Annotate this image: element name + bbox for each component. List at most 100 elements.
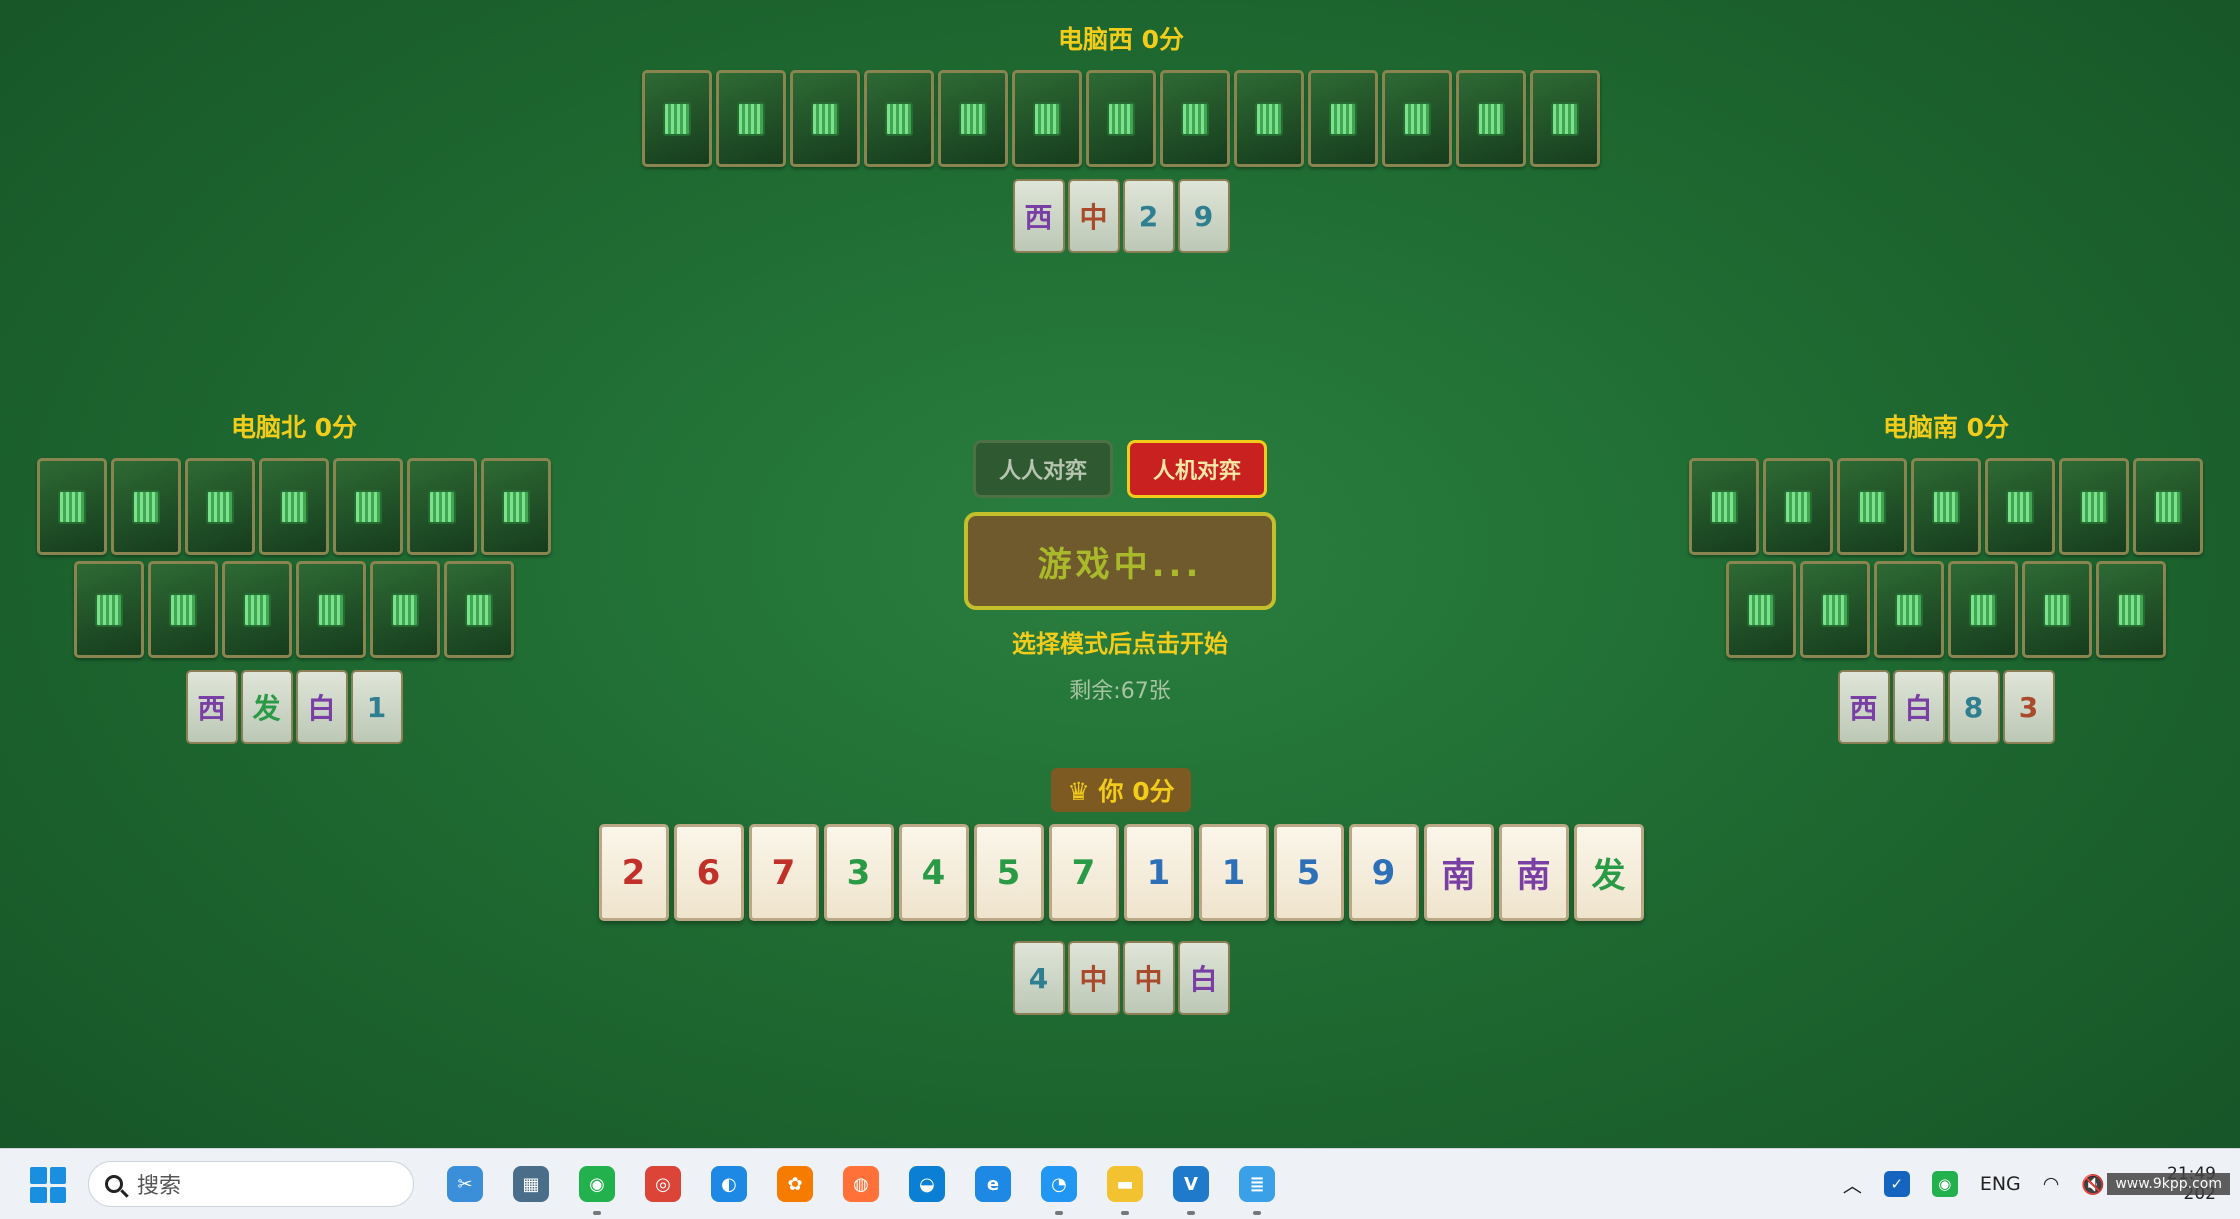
hand-tile[interactable]: 2 [598, 824, 669, 921]
tile-back-icon [502, 489, 530, 524]
tile-back-icon [1255, 101, 1283, 136]
north-hidden-tile [111, 458, 181, 555]
tile-back-icon [2154, 489, 2182, 524]
player-west-hidden-tiles [642, 70, 1600, 167]
taskbar-apps: ✂ ▦ ◉ ◎ ◐ ✿ ◍ ◒ e ◔ ▬ V ≣ [432, 1161, 1290, 1215]
north-hidden-tile [74, 561, 144, 658]
meld-tile: 9 [1177, 179, 1230, 253]
tile-back-icon [280, 489, 308, 524]
browser-icon: ◐ [711, 1166, 747, 1202]
west-hidden-tile [1012, 70, 1082, 167]
hand-tile[interactable]: 南 [1423, 824, 1494, 921]
tile-back-icon [1181, 101, 1209, 136]
north-hidden-tile [481, 458, 551, 555]
wechat-tray-icon[interactable]: ◉ [1931, 1171, 1958, 1197]
taskbar-app-button[interactable]: ✿ [762, 1161, 828, 1207]
security-icon[interactable]: ✓ [1883, 1171, 1910, 1197]
player-west-melds: 西中29 [1012, 179, 1230, 253]
taskbar-search-box[interactable]: 搜索 [88, 1161, 414, 1207]
meld-tile: 西 [1837, 670, 1890, 744]
hand-tile[interactable]: 5 [1273, 824, 1344, 921]
tile-back-icon [1329, 101, 1357, 136]
tile-back-icon [2043, 592, 2071, 627]
meld-tile: 白 [1177, 941, 1230, 1015]
search-placeholder: 搜索 [137, 1174, 182, 1199]
mahjong-table: 电脑西 0分 西中29 电脑北 0分 西发白1 电脑南 0分 西白83 人人对弈… [0, 0, 2240, 1148]
west-hidden-tile [716, 70, 786, 167]
taskbar-app-button[interactable]: ✂ [432, 1161, 498, 1207]
west-hidden-tile [1086, 70, 1156, 167]
windows-start-icon[interactable] [30, 1167, 66, 1203]
meld-tile: 白 [295, 670, 348, 744]
running-indicator [593, 1211, 601, 1215]
meld-tile: 8 [1947, 670, 2000, 744]
taskbar: 搜索 ✂▦◉◎◐✿◍◒e◔▬V≣ ︿ ✓ ◉ ENG ◠ 🔇 ▭ 21:49 2… [0, 1148, 2240, 1219]
taskbar-app-button[interactable]: ≣ [1224, 1161, 1290, 1215]
hand-tile[interactable]: 1 [1198, 824, 1269, 921]
meld-tile: 白 [1892, 670, 1945, 744]
taskbar-app-button[interactable]: ◉ [564, 1161, 630, 1215]
tile-back-icon [169, 592, 197, 627]
tile-back-icon [1710, 489, 1738, 524]
tile-back-icon [132, 489, 160, 524]
mute-icon[interactable]: 🔇 [2081, 1173, 2105, 1196]
hand-tile[interactable]: 1 [1123, 824, 1194, 921]
tile-back-icon [1821, 592, 1849, 627]
player-north: 电脑北 0分 西发白1 [33, 408, 555, 744]
taskbar-app-button[interactable]: ◒ [894, 1161, 960, 1207]
chevron-up-icon[interactable]: ︿ [1843, 1171, 1862, 1198]
mode-pvp-button[interactable]: 人人对弈 [973, 440, 1113, 498]
taskbar-app-button[interactable]: ▦ [498, 1161, 564, 1207]
south-hidden-tile [1837, 458, 1907, 555]
center-controls: 人人对弈 人机对弈 游戏中... 选择模式后点击开始 剩余:67张 [960, 440, 1280, 705]
edge-icon: ◒ [909, 1166, 945, 1202]
meld-tile: 4 [1012, 941, 1065, 1015]
orange-app-icon: ✿ [777, 1166, 813, 1202]
wechat-icon: ◉ [579, 1166, 615, 1202]
mode-selector: 人人对弈 人机对弈 [973, 440, 1267, 498]
taskbar-app-button[interactable]: e [960, 1161, 1026, 1207]
hand-tile[interactable]: 4 [898, 824, 969, 921]
player-you: ♛ 你 0分 26734571159南南发 4中中白 [598, 768, 1644, 1015]
running-indicator [1121, 1211, 1129, 1215]
tile-back-icon [1932, 489, 1960, 524]
hand-tile[interactable]: 7 [1048, 824, 1119, 921]
south-hidden-tile [2022, 561, 2092, 658]
player-south: 电脑南 0分 西白83 [1685, 408, 2207, 744]
remaining-tiles-count: 剩余:67张 [1069, 679, 1171, 704]
south-hidden-tile [1911, 458, 1981, 555]
taskbar-app-button[interactable]: ▬ [1092, 1161, 1158, 1215]
taskbar-app-button[interactable]: ◍ [828, 1161, 894, 1207]
taskbar-app-button[interactable]: V [1158, 1161, 1224, 1215]
west-hidden-tile [642, 70, 712, 167]
taskbar-app-button[interactable]: ◐ [696, 1161, 762, 1207]
tile-back-icon [465, 592, 493, 627]
hand-tile[interactable]: 6 [673, 824, 744, 921]
start-game-button[interactable]: 游戏中... [964, 512, 1276, 610]
tile-back-icon [354, 489, 382, 524]
tile-back-icon [1033, 101, 1061, 136]
west-hidden-tile [1530, 70, 1600, 167]
tile-back-icon [2006, 489, 2034, 524]
hand-tile[interactable]: 南 [1498, 824, 1569, 921]
tile-back-icon [1747, 592, 1775, 627]
player-south-hidden-row-2 [1726, 561, 2166, 658]
taskbar-app-button[interactable]: ◎ [630, 1161, 696, 1207]
tile-back-icon [885, 101, 913, 136]
search-icon [105, 1175, 123, 1193]
taskbar-app-button[interactable]: ◔ [1026, 1161, 1092, 1215]
tile-back-icon [391, 592, 419, 627]
hand-tile[interactable]: 发 [1573, 824, 1644, 921]
player-you-melds: 4中中白 [1012, 941, 1230, 1015]
north-hidden-tile [222, 561, 292, 658]
tile-back-icon [1969, 592, 1997, 627]
player-you-name: ♛ 你 0分 [1051, 768, 1191, 812]
mode-pve-button[interactable]: 人机对弈 [1127, 440, 1267, 498]
hand-tile[interactable]: 9 [1348, 824, 1419, 921]
hand-tile[interactable]: 3 [823, 824, 894, 921]
wifi-icon[interactable]: ◠ [2043, 1173, 2060, 1195]
watermark: www.9kpp.com [2107, 1173, 2230, 1195]
language-indicator[interactable]: ENG [1980, 1173, 2021, 1195]
hand-tile[interactable]: 5 [973, 824, 1044, 921]
hand-tile[interactable]: 7 [748, 824, 819, 921]
